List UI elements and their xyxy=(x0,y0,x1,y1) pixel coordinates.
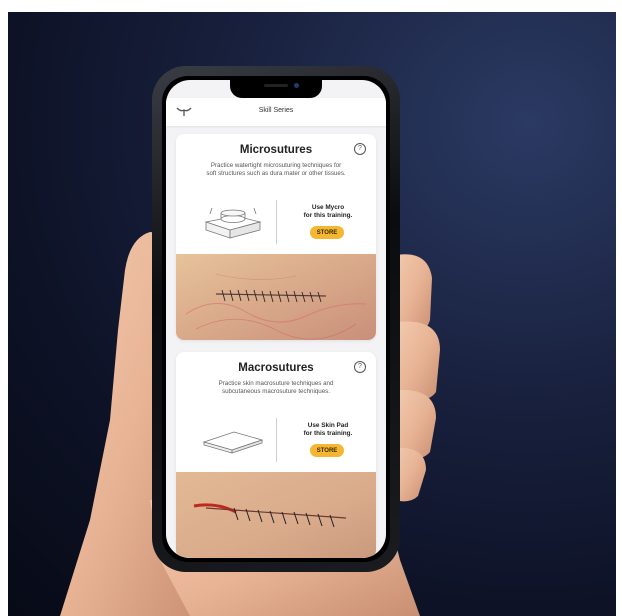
card-description: Practice skin macrosuture techniques and… xyxy=(218,380,334,395)
frame-left xyxy=(0,0,8,616)
card-title: Macrosutures xyxy=(238,362,314,374)
card-title: Microsutures xyxy=(239,144,313,156)
mycro-device-illustration xyxy=(204,207,262,239)
device-note: for this training. xyxy=(303,212,353,219)
smartphone: Skill Series Microsutures ? Practice wat… xyxy=(152,66,400,572)
notch xyxy=(230,80,322,98)
device-name: Use Mycro xyxy=(311,204,345,211)
speaker xyxy=(264,84,288,87)
divider xyxy=(276,418,277,462)
help-icon[interactable]: ? xyxy=(354,361,366,373)
store-button[interactable]: STORE xyxy=(310,444,344,457)
store-button[interactable]: STORE xyxy=(310,226,344,239)
help-icon[interactable]: ? xyxy=(354,143,366,155)
camera xyxy=(294,83,299,88)
device-note: for this training. xyxy=(303,430,353,437)
phone-screen: Skill Series Microsutures ? Practice wat… xyxy=(166,80,386,558)
product-photo: Skill Series Microsutures ? Practice wat… xyxy=(0,0,622,616)
page-title: Skill Series xyxy=(258,107,294,114)
card-description: Practice watertight microsuturing techni… xyxy=(206,162,346,177)
device-requirement: Use Mycro for this training. xyxy=(288,204,368,220)
microsuture-photo xyxy=(176,254,376,340)
divider xyxy=(276,200,277,244)
skill-card-microsutures[interactable]: Microsutures ? Practice watertight micro… xyxy=(176,134,376,340)
frame-right xyxy=(616,0,622,616)
app-header: Skill Series xyxy=(166,98,386,126)
macrosuture-photo xyxy=(176,472,376,558)
device-name: Use Skin Pad xyxy=(307,422,349,429)
device-requirement: Use Skin Pad for this training. xyxy=(288,422,368,438)
frame-top xyxy=(0,0,622,12)
skill-card-macrosutures[interactable]: Macrosutures ? Practice skin macrosuture… xyxy=(176,352,376,558)
skin-pad-illustration xyxy=(202,431,264,454)
